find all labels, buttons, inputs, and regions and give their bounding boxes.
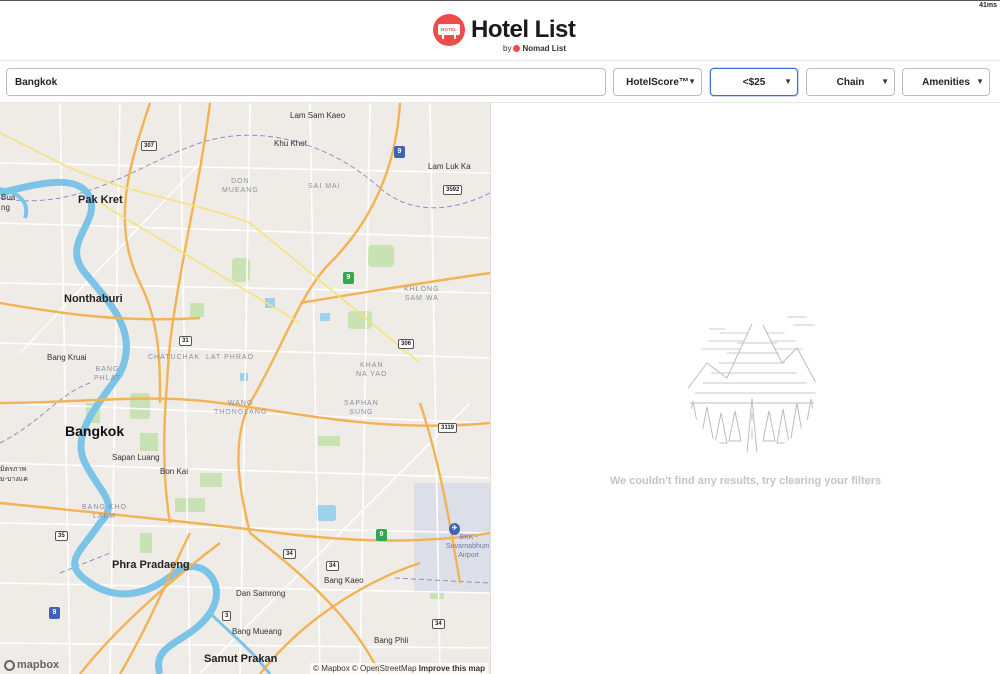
map-label-bua: Bua ng <box>1 193 16 212</box>
map-label-bang-kruai: Bang Kruai <box>47 353 87 362</box>
map-label-saphan-sung: SAPHAN SUNG <box>344 400 379 416</box>
byline-brand: Nomad List <box>522 44 567 53</box>
route-shield: 3 <box>222 611 232 621</box>
mapbox-logo[interactable]: mapbox <box>4 659 59 671</box>
route-shield: 34 <box>283 549 296 559</box>
map-label-phra-pradaeng: Phra Pradaeng <box>112 559 190 571</box>
chevron-down-icon: ▼ <box>881 77 889 86</box>
attribution-mapbox-link[interactable]: © Mapbox <box>313 664 350 673</box>
route-shield: 3592 <box>443 185 463 195</box>
map-label-lam-sam-kaeo: Lam Sam Kaeo <box>290 111 346 120</box>
map-label-pak-kret: Pak Kret <box>78 194 123 206</box>
route-shield: 3119 <box>438 423 458 433</box>
improve-map-link[interactable]: Improve this map <box>419 664 485 673</box>
chain-select-label: Chain <box>836 76 865 88</box>
amenities-select[interactable]: Amenities ▼ <box>902 68 990 96</box>
results-panel: We couldn't find any results, try cleari… <box>491 103 1000 674</box>
map-attribution: © Mapbox © OpenStreetMap Improve this ma… <box>310 663 488 674</box>
map-label-khu-khot: Khu Khot <box>274 139 307 148</box>
map-label-chatuchak: CHATUCHAK <box>148 354 201 361</box>
empty-results-message: We couldn't find any results, try cleari… <box>609 475 882 487</box>
map-label-nonthaburi: Nonthaburi <box>64 293 123 305</box>
mapbox-logo-text: mapbox <box>17 659 60 671</box>
route-shield: 31 <box>179 336 192 346</box>
expressway-shield: 9 <box>376 529 387 541</box>
map-label-bkk-airport: BKK - Suvarnabhumi Airport <box>446 534 490 559</box>
chevron-down-icon: ▼ <box>976 77 984 86</box>
byline[interactable]: by Nomad List <box>503 44 566 53</box>
hotelscore-select-label: HotelScore™ <box>626 76 689 88</box>
map-label-dan-samrong: Dan Samrong <box>236 589 286 598</box>
price-select[interactable]: <$25 ▼ <box>710 68 798 96</box>
map-label-bon-kai: Bon Kai <box>160 467 189 476</box>
expressway-shield: 9 <box>394 146 405 158</box>
map-label-khlong-sam-wa: KHLONG SAM WA <box>404 286 440 302</box>
map-label-bang-phlat: BANG PHLAT <box>94 366 122 382</box>
attribution-osm-link[interactable]: © OpenStreetMap <box>352 664 417 673</box>
route-shield: 306 <box>398 339 415 349</box>
chevron-down-icon: ▼ <box>688 77 696 86</box>
map-label-sapan-luang: Sapan Luang <box>112 453 160 462</box>
logo-sign-text: HOTEL <box>438 24 460 35</box>
route-shield: 307 <box>141 141 158 151</box>
site-header: HOTEL Hotel List by Nomad List <box>0 1 1000 61</box>
map-label-sai-mai: SAI MAI <box>308 183 341 190</box>
site-title: Hotel List <box>471 16 576 43</box>
nomad-list-icon <box>513 45 521 52</box>
filter-bar: HotelScore™ ▼ <$25 ▼ Chain ▼ Amenities ▼ <box>0 62 1000 103</box>
map-label-wang-thonglang: WANG THONGLANG <box>214 400 268 416</box>
route-shield: 34 <box>326 561 339 571</box>
hotelscore-select[interactable]: HotelScore™ ▼ <box>613 68 702 96</box>
byline-prefix: by <box>503 44 512 53</box>
route-shield: 35 <box>55 531 68 541</box>
chain-select[interactable]: Chain ▼ <box>806 68 895 96</box>
map-label-samut-prakan: Samut Prakan <box>204 653 278 665</box>
map-label-bang-mueang: Bang Mueang <box>232 627 282 636</box>
map-label-bangkok: Bangkok <box>65 423 125 439</box>
mapbox-icon <box>4 659 15 671</box>
map-label-lam-luk-ka: Lam Luk Ka <box>428 162 471 171</box>
map-label-bang-kho-laem: BANG KHO LAEM <box>82 504 127 520</box>
city-search-input[interactable] <box>6 68 606 96</box>
map-label-lat-phrao: LAT PHRAO <box>206 354 255 361</box>
map-label-bang-kaeo: Bang Kaeo <box>324 576 364 585</box>
map-label-bang-phli: Bang Phli <box>374 636 409 645</box>
price-select-label: <$25 <box>742 76 766 88</box>
hotel-list-logo-icon: HOTEL <box>433 14 465 46</box>
map-label-khan-na-yao: KHAN NA YAO <box>356 362 388 378</box>
map[interactable]: Lam Sam Kaeo Khu Khot Lam Luk Ka Pak Kre… <box>0 103 490 674</box>
amenities-select-label: Amenities <box>922 76 970 88</box>
empty-state-mountain-icon <box>688 316 816 452</box>
map-label-left-edge: มิตรภาพ ม-บางแค <box>0 466 28 483</box>
route-shield: 34 <box>432 619 445 629</box>
expressway-shield: 9 <box>343 272 354 284</box>
map-label-don-mueang: DON MUEANG <box>222 178 259 194</box>
expressway-shield: 9 <box>49 607 60 619</box>
chevron-down-icon: ▼ <box>784 77 792 86</box>
airport-icon: ✈ <box>449 523 460 535</box>
brand[interactable]: HOTEL Hotel List <box>433 14 576 46</box>
